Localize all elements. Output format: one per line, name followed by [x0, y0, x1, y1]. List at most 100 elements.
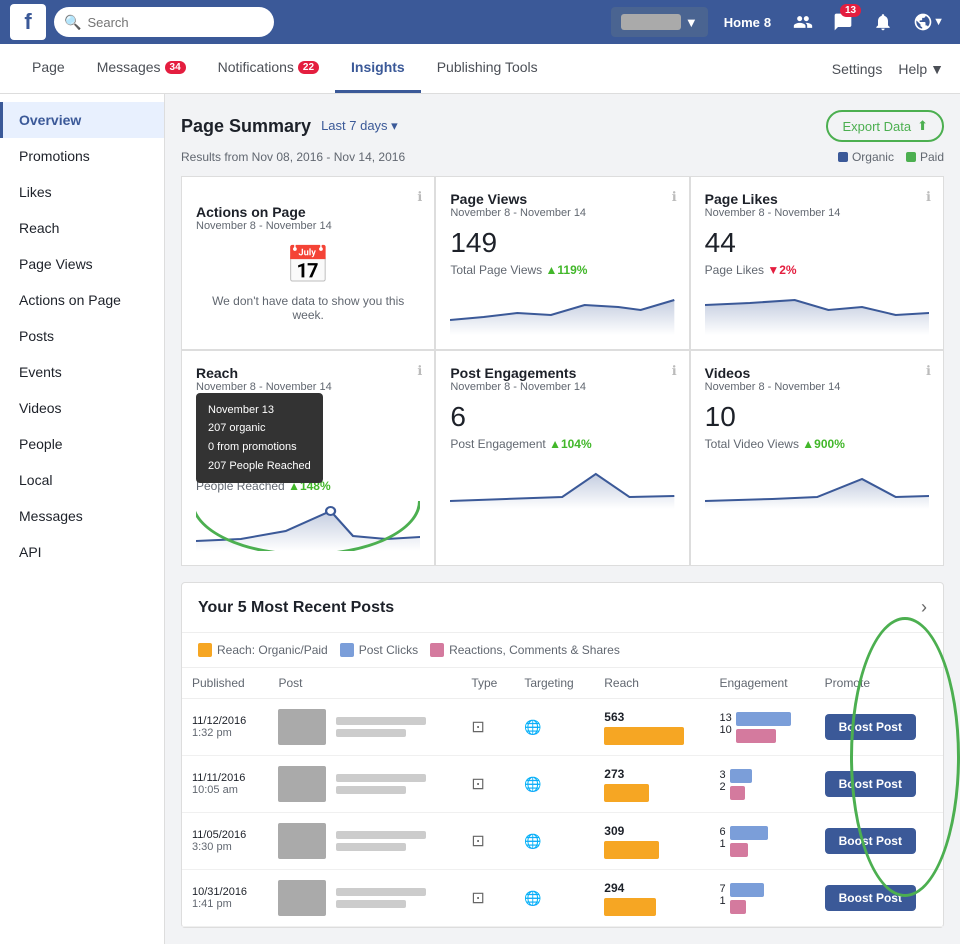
info-icon-actions[interactable]: ℹ — [417, 189, 422, 205]
summary-title: Page Summary — [181, 116, 311, 137]
nav-page[interactable]: Page — [16, 44, 81, 93]
legend-paid: Paid — [906, 150, 944, 164]
export-data-button[interactable]: Export Data ⬆ — [826, 110, 944, 142]
sidebar-item-videos[interactable]: Videos — [0, 390, 164, 426]
account-button[interactable]: ▼ — [907, 0, 950, 44]
notifications-nav-badge: 22 — [298, 61, 319, 74]
info-icon-engagements[interactable]: ℹ — [672, 363, 677, 379]
search-input[interactable] — [87, 15, 264, 30]
metric-engagements-value: 6 — [450, 401, 674, 433]
help-arrow-icon: ▼ — [930, 61, 944, 77]
notifications-button[interactable] — [867, 0, 899, 44]
sidebar-item-actions-on-page[interactable]: Actions on Page — [0, 282, 164, 318]
boost-post-button-1[interactable]: Boost Post — [825, 771, 916, 797]
engagements-change: ▲104% — [549, 437, 592, 451]
table-row: 10/31/2016 1:41 pm ⊡ 🌐 294 7 1 — [182, 870, 943, 927]
table-row: 11/12/2016 1:32 pm ⊡ 🌐 563 13 10 — [182, 699, 943, 756]
messages-nav-badge: 34 — [165, 61, 186, 74]
cell-targeting-1: 🌐 — [514, 756, 594, 813]
sidebar-item-overview[interactable]: Overview — [0, 102, 164, 138]
cell-reach-2: 309 — [594, 813, 709, 870]
post-text-0 — [336, 717, 426, 737]
post-thumbnail-1 — [278, 766, 326, 802]
post-text-3 — [336, 888, 426, 908]
cell-promote-1: Boost Post — [815, 756, 943, 813]
metric-pageviews-sub: November 8 - November 14 — [450, 207, 674, 219]
post-type-icon-2: ⊡ — [471, 833, 484, 850]
nav-notifications[interactable]: Notifications 22 — [202, 44, 335, 93]
nav-insights[interactable]: Insights — [335, 44, 421, 93]
cell-published-0: 11/12/2016 1:32 pm — [182, 699, 268, 756]
sidebar-item-people[interactable]: People — [0, 426, 164, 462]
nav-help[interactable]: Help ▼ — [898, 61, 944, 77]
sidebar-item-likes[interactable]: Likes — [0, 174, 164, 210]
info-icon-reach[interactable]: ℹ — [417, 363, 422, 379]
boost-post-button-2[interactable]: Boost Post — [825, 828, 916, 854]
results-row: Results from Nov 08, 2016 - Nov 14, 2016… — [181, 150, 944, 164]
page-body: Overview Promotions Likes Reach Page Vie… — [0, 94, 960, 944]
cell-published-2: 11/05/2016 3:30 pm — [182, 813, 268, 870]
metric-pageviews-title: Page Views — [450, 191, 674, 207]
page-selector-button[interactable]: ▼ — [611, 7, 708, 37]
nav-publishing-tools[interactable]: Publishing Tools — [421, 44, 554, 93]
home-label: Home — [724, 15, 760, 30]
post-text-1 — [336, 774, 426, 794]
cell-engagement-0: 13 10 — [710, 699, 815, 756]
reactions-legend-sq — [430, 643, 444, 657]
search-icon: 🔍 — [64, 14, 81, 31]
table-row: 11/11/2016 10:05 am ⊡ 🌐 273 3 2 — [182, 756, 943, 813]
cell-type-0: ⊡ — [461, 699, 514, 756]
sidebar-item-promotions[interactable]: Promotions — [0, 138, 164, 174]
messages-badge: 13 — [840, 4, 861, 17]
cell-post-1 — [268, 756, 461, 813]
search-bar[interactable]: 🔍 — [54, 7, 274, 37]
metric-videos-sub: November 8 - November 14 — [705, 381, 929, 393]
bar-blue-0 — [736, 712, 791, 726]
home-nav[interactable]: Home 8 — [716, 15, 779, 30]
cell-type-3: ⊡ — [461, 870, 514, 927]
sidebar-item-local[interactable]: Local — [0, 462, 164, 498]
sidebar-item-posts[interactable]: Posts — [0, 318, 164, 354]
metric-videos-title: Videos — [705, 365, 929, 381]
sidebar-item-reach[interactable]: Reach — [0, 210, 164, 246]
likes-sparkline — [705, 285, 929, 335]
posts-table-body: 11/12/2016 1:32 pm ⊡ 🌐 563 13 10 — [182, 699, 943, 927]
post-type-icon-3: ⊡ — [471, 890, 484, 907]
posts-table: Published Post Type Targeting Reach Enga… — [182, 668, 943, 927]
summary-period[interactable]: Last 7 days ▾ — [321, 118, 398, 134]
nav-messages[interactable]: Messages 34 — [81, 44, 202, 93]
info-icon-likes[interactable]: ℹ — [926, 189, 931, 205]
friends-button[interactable] — [787, 0, 819, 44]
sidebar-item-messages[interactable]: Messages — [0, 498, 164, 534]
targeting-globe-icon-3: 🌐 — [524, 890, 541, 906]
boost-post-button-3[interactable]: Boost Post — [825, 885, 916, 911]
posts-chevron-icon[interactable]: › — [921, 597, 927, 618]
post-thumbnail-0 — [278, 709, 326, 745]
sidebar-item-events[interactable]: Events — [0, 354, 164, 390]
nav-settings[interactable]: Settings — [832, 61, 883, 77]
legend-reactions: Reactions, Comments & Shares — [430, 643, 620, 657]
cell-promote-0: Boost Post — [815, 699, 943, 756]
sidebar: Overview Promotions Likes Reach Page Vie… — [0, 94, 165, 944]
info-icon-pageviews[interactable]: ℹ — [672, 189, 677, 205]
info-icon-videos[interactable]: ℹ — [926, 363, 931, 379]
metric-likes-title: Page Likes — [705, 191, 929, 207]
metric-reach-sub: November 8 - November 14 — [196, 381, 420, 393]
table-row: 11/05/2016 3:30 pm ⊡ 🌐 309 6 1 — [182, 813, 943, 870]
boost-post-button-0[interactable]: Boost Post — [825, 714, 916, 740]
posts-title: Your 5 Most Recent Posts — [198, 599, 394, 617]
metric-likes-label: Page Likes ▼2% — [705, 263, 929, 277]
legend: Organic Paid — [838, 150, 944, 164]
cell-targeting-3: 🌐 — [514, 870, 594, 927]
facebook-logo: f — [10, 4, 46, 40]
post-thumbnail-2 — [278, 823, 326, 859]
metric-page-likes: ℹ Page Likes November 8 - November 14 44… — [691, 177, 943, 349]
account-arrow: ▼ — [933, 16, 944, 28]
engagement-nums-1: 3 2 — [720, 769, 726, 793]
sidebar-item-api[interactable]: API — [0, 534, 164, 570]
messages-button[interactable]: 13 — [827, 0, 859, 44]
videos-sparkline — [705, 459, 929, 509]
secondary-nav: Page Messages 34 Notifications 22 Insigh… — [0, 44, 960, 94]
sidebar-item-page-views[interactable]: Page Views — [0, 246, 164, 282]
reach-legend-sq — [198, 643, 212, 657]
